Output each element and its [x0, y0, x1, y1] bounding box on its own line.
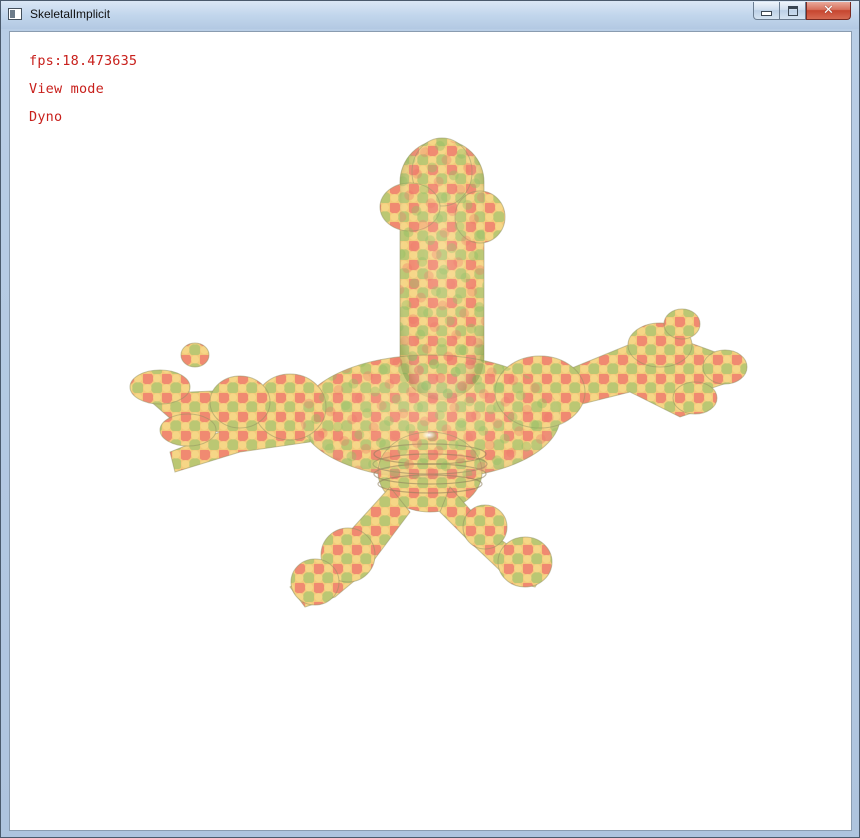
title-bar[interactable]: SkeletalImplicit ✕	[1, 1, 859, 29]
fps-counter: fps:18.473635	[29, 53, 138, 69]
minimize-icon	[761, 11, 772, 16]
specular-highlight	[422, 431, 436, 439]
scene-label: Dyno	[29, 109, 63, 125]
maximize-button[interactable]	[780, 2, 806, 20]
implicit-surface-render[interactable]	[10, 32, 852, 831]
minimize-button[interactable]	[753, 2, 780, 20]
application-window: SkeletalImplicit ✕ fps:18.473635 View mo…	[0, 0, 860, 838]
render-viewport[interactable]: fps:18.473635 View mode Dyno	[9, 31, 852, 831]
surface-texture	[300, 140, 560, 479]
close-icon: ✕	[823, 3, 834, 18]
window-title: SkeletalImplicit	[30, 7, 111, 21]
mode-label: View mode	[29, 81, 104, 97]
maximize-icon	[787, 5, 798, 16]
app-window-icon[interactable]	[8, 8, 22, 20]
close-button[interactable]: ✕	[806, 2, 851, 20]
